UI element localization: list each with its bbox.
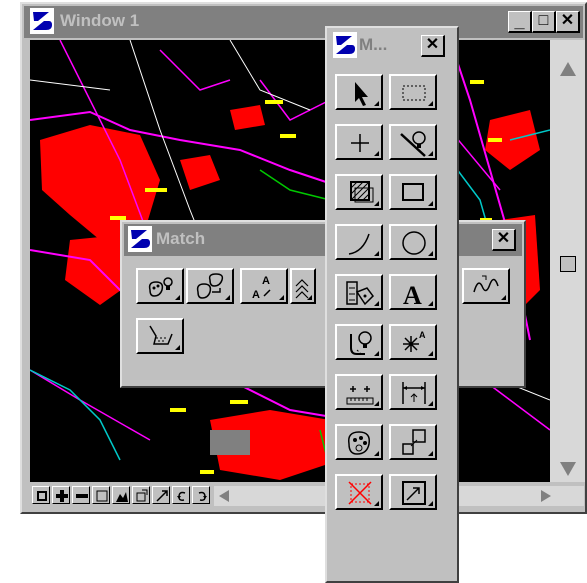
svg-text:A: A xyxy=(252,289,260,301)
scroll-up-arrow-icon xyxy=(560,62,576,76)
match-palette-title: Match xyxy=(156,229,206,248)
maximize-button[interactable]: □ xyxy=(532,11,556,33)
fit-view-icon[interactable] xyxy=(112,486,130,504)
match-palette: Match ✕ AA xyxy=(120,220,526,388)
view-previous-icon[interactable] xyxy=(172,486,190,504)
scroll-down-arrow-icon xyxy=(560,462,576,476)
view-next-icon[interactable] xyxy=(192,486,210,504)
scroll-down-button[interactable] xyxy=(556,460,580,478)
delete-element-icon[interactable] xyxy=(335,474,383,510)
app-logo-icon xyxy=(128,226,152,252)
copy-element-icon[interactable] xyxy=(389,424,437,460)
rectangle-icon[interactable] xyxy=(389,174,437,210)
match-pattern-icon[interactable] xyxy=(136,318,184,354)
match-text-attributes-icon[interactable]: AA xyxy=(240,268,288,304)
window-1-titlebar[interactable]: Window 1 _ □ ✕ xyxy=(24,6,583,38)
close-button[interactable]: ✕ xyxy=(556,11,580,33)
app-logo-icon xyxy=(333,32,357,58)
element-selection-icon[interactable] xyxy=(335,74,383,110)
match-element-attributes-icon[interactable] xyxy=(136,268,184,304)
match-multiline-icon[interactable] xyxy=(290,268,316,304)
svg-text:A: A xyxy=(403,281,422,308)
main-palette: M... ✕ A A xyxy=(325,26,459,583)
scroll-thumb[interactable] xyxy=(560,256,576,272)
settings-lightbulb-icon[interactable] xyxy=(335,324,383,360)
zoom-in-icon[interactable] xyxy=(52,486,70,504)
change-element-attributes-icon[interactable] xyxy=(186,268,234,304)
match-close-button[interactable]: ✕ xyxy=(492,229,516,251)
window-area-icon[interactable] xyxy=(92,486,110,504)
cell-tag-icon[interactable] xyxy=(335,274,383,310)
app-logo-icon xyxy=(30,8,54,34)
minimize-button[interactable]: _ xyxy=(508,11,532,33)
arc-icon[interactable] xyxy=(335,224,383,260)
scroll-up-button[interactable] xyxy=(556,58,580,80)
match-curve-icon[interactable] xyxy=(462,268,510,304)
svg-text:A: A xyxy=(419,330,426,340)
measure-icon[interactable] xyxy=(335,374,383,410)
text-icon[interactable]: A xyxy=(389,274,437,310)
data-point-icon[interactable] xyxy=(335,124,383,160)
main-palette-title: M... xyxy=(359,35,388,54)
element-attributes-icon[interactable] xyxy=(335,424,383,460)
vertical-scrollbar[interactable] xyxy=(550,40,585,482)
update-view-icon[interactable] xyxy=(32,486,50,504)
main-palette-titlebar[interactable]: M... ✕ xyxy=(329,30,455,62)
match-palette-titlebar[interactable]: Match ✕ xyxy=(124,224,522,256)
dimension-icon[interactable] xyxy=(389,374,437,410)
fit-view-icon[interactable] xyxy=(389,474,437,510)
fence-icon[interactable] xyxy=(389,74,437,110)
circle-icon[interactable] xyxy=(389,224,437,260)
scroll-left-arrow-icon[interactable] xyxy=(216,488,232,504)
cell-star-icon[interactable]: A xyxy=(389,324,437,360)
view-controls-bar xyxy=(30,482,585,510)
svg-text:A: A xyxy=(262,275,270,287)
window-1-title: Window 1 xyxy=(60,11,140,30)
zoom-out-icon[interactable] xyxy=(72,486,90,504)
rotate-view-icon[interactable] xyxy=(132,486,150,504)
patterning-icon[interactable] xyxy=(335,174,383,210)
scroll-right-arrow-icon[interactable] xyxy=(538,488,554,504)
lightbulb-line-icon[interactable] xyxy=(389,124,437,160)
main-palette-close-button[interactable]: ✕ xyxy=(421,35,445,57)
pan-view-icon[interactable] xyxy=(152,486,170,504)
